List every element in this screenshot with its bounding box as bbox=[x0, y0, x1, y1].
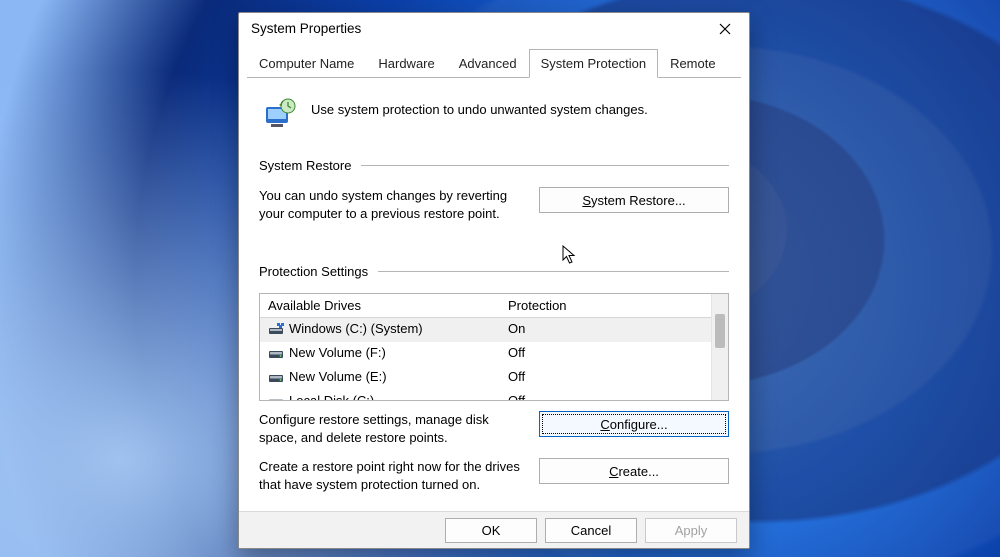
divider bbox=[361, 165, 729, 166]
col-header-drives[interactable]: Available Drives bbox=[260, 294, 500, 317]
divider bbox=[378, 271, 729, 272]
tab-computer-name[interactable]: Computer Name bbox=[247, 49, 366, 78]
col-header-protection[interactable]: Protection bbox=[500, 294, 711, 317]
system-restore-button[interactable]: System Restore... bbox=[539, 187, 729, 213]
drive-icon bbox=[268, 394, 286, 400]
intro-row: Use system protection to undo unwanted s… bbox=[263, 97, 729, 134]
drive-row[interactable]: Windows (C:) (System) On bbox=[260, 318, 711, 342]
close-icon bbox=[719, 23, 731, 35]
section-header-protection-label: Protection Settings bbox=[259, 264, 368, 279]
ok-button[interactable]: OK bbox=[445, 518, 537, 543]
drives-scrollbar[interactable] bbox=[711, 294, 728, 400]
drive-name: New Volume (E:) bbox=[289, 369, 387, 384]
titlebar: System Properties bbox=[239, 13, 749, 44]
cancel-button[interactable]: Cancel bbox=[545, 518, 637, 543]
drive-row[interactable]: New Volume (F:) Off bbox=[260, 342, 711, 366]
create-description: Create a restore point right now for the… bbox=[259, 458, 525, 493]
configure-description: Configure restore settings, manage disk … bbox=[259, 411, 525, 446]
drive-icon bbox=[268, 346, 286, 363]
dialog-footer: OK Cancel Apply bbox=[239, 511, 749, 548]
drives-list[interactable]: Available Drives Protection Windows (C:)… bbox=[259, 293, 729, 401]
drives-header: Available Drives Protection bbox=[260, 294, 711, 318]
scroll-thumb[interactable] bbox=[715, 314, 725, 348]
configure-button[interactable]: Configure... bbox=[539, 411, 729, 437]
tab-hardware[interactable]: Hardware bbox=[366, 49, 446, 78]
window-title: System Properties bbox=[251, 21, 705, 36]
restore-description: You can undo system changes by reverting… bbox=[259, 187, 525, 222]
drive-icon bbox=[268, 370, 286, 387]
tab-remote[interactable]: Remote bbox=[658, 49, 728, 78]
system-properties-dialog: System Properties Computer Name Hardware… bbox=[238, 12, 750, 549]
apply-button: Apply bbox=[645, 518, 737, 543]
drive-icon bbox=[268, 322, 286, 339]
tab-advanced[interactable]: Advanced bbox=[447, 49, 529, 78]
tab-strip: Computer Name Hardware Advanced System P… bbox=[239, 48, 749, 78]
drive-protection: Off bbox=[500, 390, 711, 400]
drive-name: Local Disk (C:) bbox=[289, 393, 374, 400]
intro-text: Use system protection to undo unwanted s… bbox=[311, 97, 648, 117]
drive-protection: On bbox=[500, 318, 711, 342]
drive-name: New Volume (F:) bbox=[289, 345, 386, 360]
dialog-body: Use system protection to undo unwanted s… bbox=[239, 79, 749, 511]
drive-row[interactable]: New Volume (E:) Off bbox=[260, 366, 711, 390]
create-button[interactable]: Create... bbox=[539, 458, 729, 484]
drive-row[interactable]: Local Disk (C:) Off bbox=[260, 390, 711, 400]
close-button[interactable] bbox=[705, 15, 745, 43]
drive-protection: Off bbox=[500, 342, 711, 366]
drive-name: Windows (C:) (System) bbox=[289, 321, 423, 336]
system-restore-icon bbox=[263, 97, 297, 134]
section-header-protection: Protection Settings bbox=[259, 264, 729, 279]
drive-protection: Off bbox=[500, 366, 711, 390]
section-header-restore: System Restore bbox=[259, 158, 729, 173]
tab-system-protection[interactable]: System Protection bbox=[529, 49, 659, 78]
tab-strip-bottom-line bbox=[247, 77, 741, 78]
section-header-restore-label: System Restore bbox=[259, 158, 351, 173]
